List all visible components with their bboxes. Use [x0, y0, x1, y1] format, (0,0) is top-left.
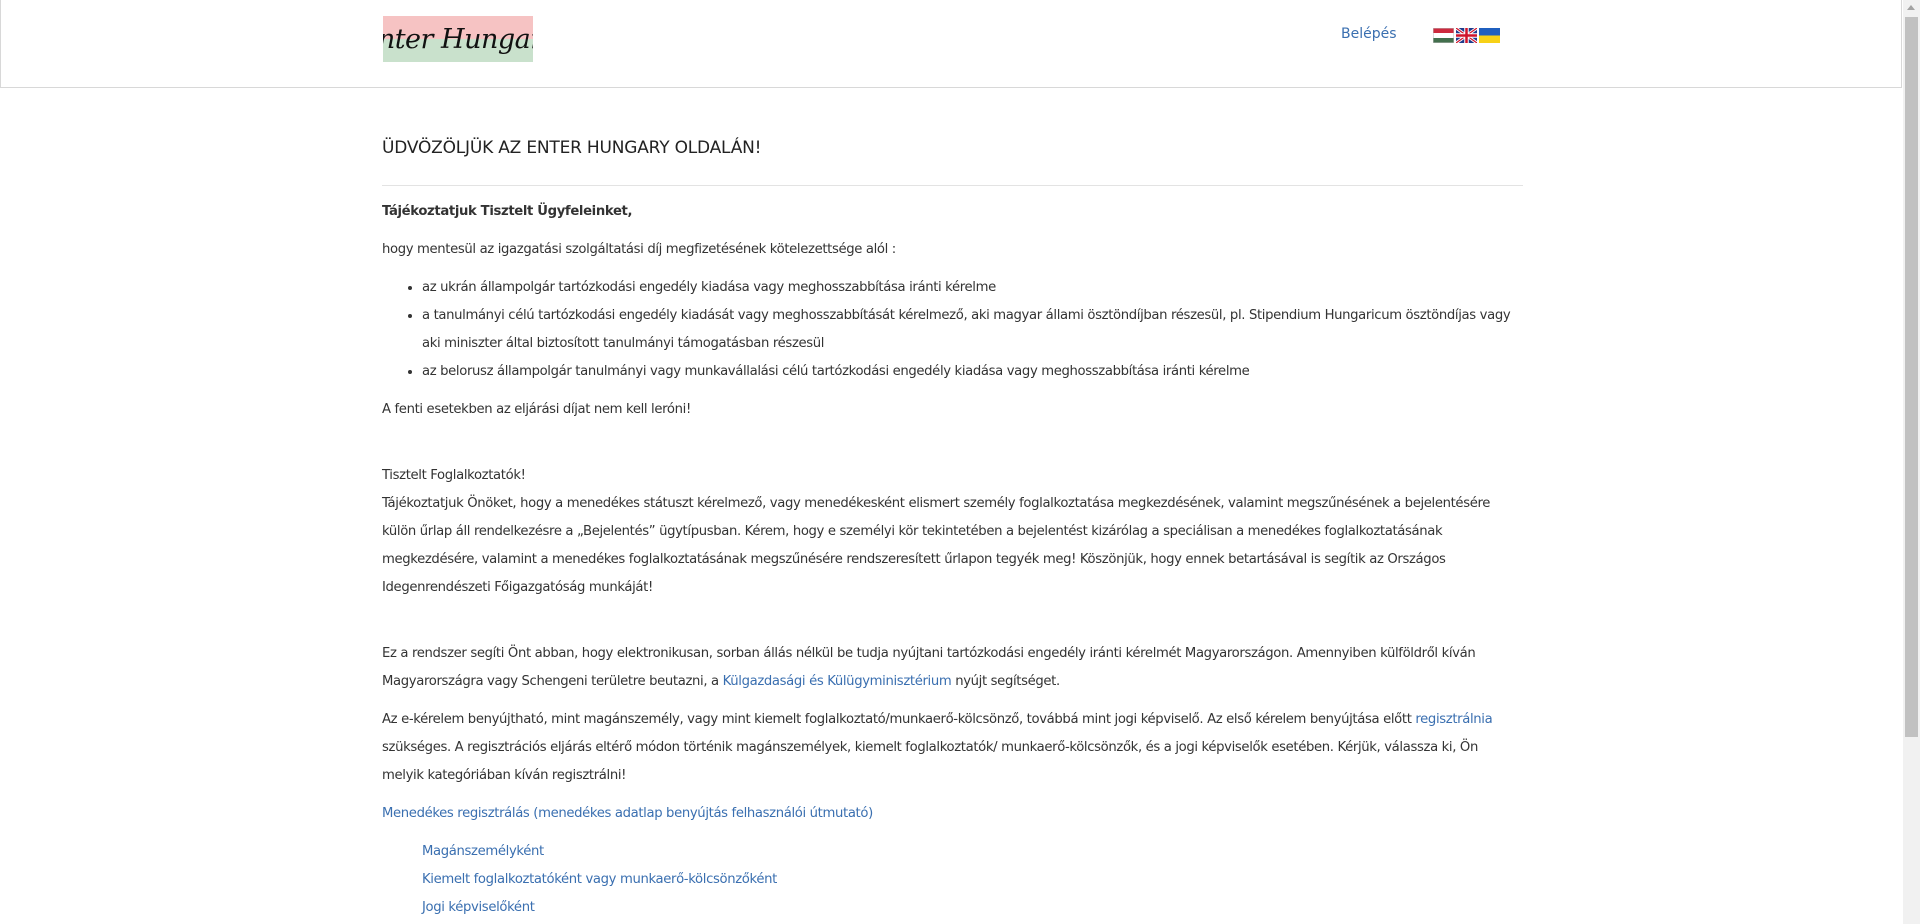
exemption-item: az ukrán állampolgár tartózkodási engedé…: [422, 274, 1523, 302]
refugee-registration: Menedékes regisztrálás (menedékes adatla…: [382, 800, 1523, 828]
ekerelem-text-end: szükséges. A regisztrációs eljárás eltér…: [382, 740, 1478, 783]
employers-text: Tájékoztatjuk Önöket, hogy a menedékes s…: [382, 496, 1491, 595]
register-legal-representative-link[interactable]: Jogi képviselőként: [422, 900, 535, 915]
registration-options: Magánszemélyként Kiemelt foglalkoztatóké…: [382, 838, 1523, 922]
enter-hungary-logo[interactable]: Enter Hungary: [383, 16, 533, 62]
registration-option: Kiemelt foglalkoztatóként vagy munkaerő-…: [422, 866, 1523, 894]
greeting-text: Tájékoztatjuk Tisztelt Ügyfeleinket,: [382, 204, 633, 219]
login-link[interactable]: Belépés: [1341, 24, 1397, 44]
registration-option: Magánszemélyként: [422, 838, 1523, 866]
vertical-scrollbar[interactable]: [1903, 0, 1920, 924]
scrollbar-thumb[interactable]: [1905, 17, 1918, 737]
refugee-registration-link[interactable]: Menedékes regisztrálás (menedékes adatla…: [382, 806, 873, 821]
employers-heading: Tisztelt Foglalkoztatók!: [382, 468, 526, 483]
exemption-list: az ukrán állampolgár tartózkodási engedé…: [382, 274, 1523, 386]
title-divider: [382, 185, 1523, 186]
system-text-end: nyújt segítséget.: [951, 674, 1060, 689]
browser-viewport: Enter Hungary Belépés: [0, 0, 1920, 924]
page: Enter Hungary Belépés: [0, 0, 1903, 924]
fee-note: A fenti esetekben az eljárási díjat nem …: [382, 402, 691, 417]
hungarian-flag-icon[interactable]: [1433, 28, 1454, 43]
notice-body: Tájékoztatjuk Tisztelt Ügyfeleinket, hog…: [382, 198, 1523, 922]
ministry-link[interactable]: Külgazdasági és Külügyminisztérium: [723, 674, 952, 689]
language-selector: [1433, 28, 1500, 44]
top-navbar: Enter Hungary Belépés: [0, 0, 1902, 88]
ekerelem-description: Az e-kérelem benyújtható, mint magánszem…: [382, 706, 1523, 790]
employers-notice: Tisztelt Foglalkoztatók! Tájékoztatjuk Ö…: [382, 462, 1523, 602]
exemption-item: a tanulmányi célú tartózkodási engedély …: [422, 302, 1523, 358]
register-link[interactable]: regisztrálnia: [1415, 712, 1492, 727]
registration-option: Jogi képviselőként: [422, 894, 1523, 922]
exemption-intro: hogy mentesül az igazgatási szolgáltatás…: [382, 242, 896, 257]
ukrainian-flag-icon[interactable]: [1479, 28, 1500, 43]
register-private-person-link[interactable]: Magánszemélyként: [422, 844, 544, 859]
exemption-item: az belorusz állampolgár tanulmányi vagy …: [422, 358, 1523, 386]
register-employer-link[interactable]: Kiemelt foglalkoztatóként vagy munkaerő-…: [422, 872, 777, 887]
british-flag-icon[interactable]: [1456, 28, 1477, 43]
scroll-up-arrow-icon[interactable]: [1907, 5, 1915, 10]
system-description: Ez a rendszer segíti Önt abban, hogy ele…: [382, 640, 1523, 696]
logo-text: Enter Hungary: [383, 23, 533, 55]
ekerelem-text: Az e-kérelem benyújtható, mint magánszem…: [382, 712, 1416, 727]
page-title: ÜDVÖZÖLJÜK AZ ENTER HUNGARY OLDALÁN!: [382, 138, 762, 158]
